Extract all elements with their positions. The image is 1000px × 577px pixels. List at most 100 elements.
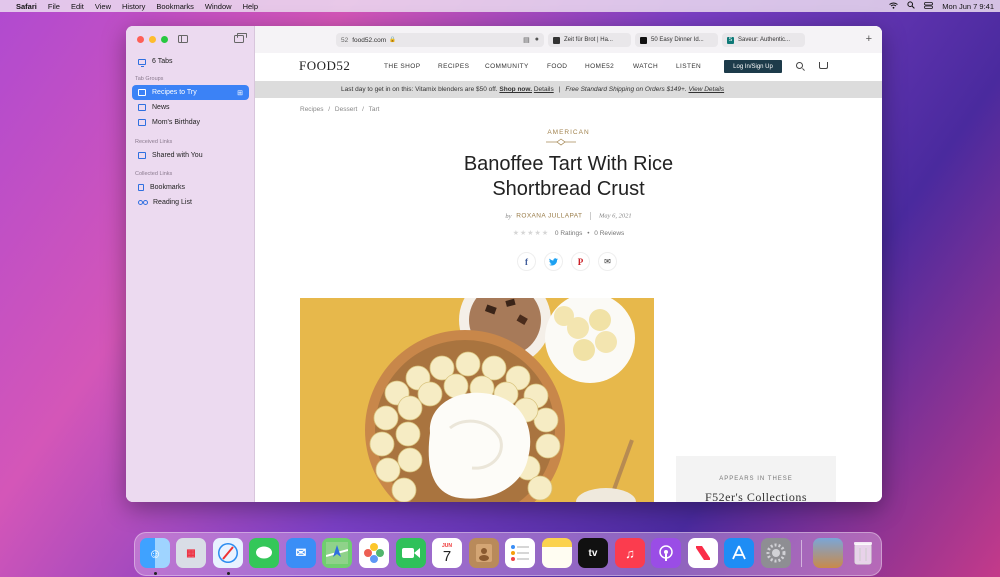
cart-icon[interactable] bbox=[819, 62, 828, 69]
collections-label: APPEARS IN THESE bbox=[719, 476, 793, 482]
breadcrumb: Recipes / Dessert / Tart bbox=[300, 106, 383, 113]
sidebar-item-recipes-to-try[interactable]: Recipes to Try ⊞ bbox=[132, 85, 249, 100]
address-bar[interactable]: 52 food52.com 🔒 ▤ ● bbox=[336, 33, 544, 47]
search-icon[interactable] bbox=[907, 1, 916, 11]
twitter-icon[interactable] bbox=[544, 252, 563, 271]
facetime-icon[interactable] bbox=[396, 538, 426, 568]
sidebar-item-label: Bookmarks bbox=[150, 184, 186, 191]
mail-icon[interactable]: ✉ bbox=[286, 538, 316, 568]
dock: ☺ ▦ ✉ JUN 7 tv ♫ bbox=[134, 532, 882, 576]
breadcrumb-tart[interactable]: Tart bbox=[369, 106, 380, 113]
system-preferences-icon[interactable] bbox=[761, 538, 791, 568]
messages-icon[interactable] bbox=[249, 538, 279, 568]
bookmark-icon bbox=[138, 184, 144, 191]
sidebar-item-bookmarks[interactable]: Bookmarks bbox=[132, 180, 249, 195]
contacts-icon[interactable] bbox=[469, 538, 499, 568]
sidebar-item-reading-list[interactable]: Reading List bbox=[132, 195, 249, 210]
zoom-window-button[interactable] bbox=[161, 36, 168, 43]
sidebar-item-tabs[interactable]: 6 Tabs bbox=[132, 54, 249, 69]
ratings-count[interactable]: 0 Ratings bbox=[555, 230, 582, 237]
menu-window[interactable]: Window bbox=[205, 2, 232, 11]
tab-zeit-fur-brot[interactable]: Zeit für Brot | Ha... bbox=[548, 33, 631, 47]
photo-stack-icon[interactable] bbox=[813, 538, 843, 568]
finder-icon[interactable]: ☺ bbox=[140, 538, 170, 568]
menu-clock[interactable]: Mon Jun 7 9:41 bbox=[942, 2, 994, 11]
sidebar-item-shared-with-you[interactable]: Shared with You bbox=[132, 148, 249, 163]
author-link[interactable]: ROXANA JULLAPAT bbox=[516, 213, 582, 220]
lock-icon: 🔒 bbox=[389, 37, 397, 43]
more-icon[interactable]: ● bbox=[535, 36, 539, 44]
site-logo[interactable]: FOOD52 bbox=[299, 58, 350, 74]
close-window-button[interactable] bbox=[137, 36, 144, 43]
nav-community[interactable]: COMMUNITY bbox=[485, 63, 529, 70]
tab-saveur[interactable]: S Saveur: Authentic... bbox=[722, 33, 805, 47]
app-store-icon[interactable] bbox=[724, 538, 754, 568]
breadcrumb-recipes[interactable]: Recipes bbox=[300, 106, 323, 113]
new-tab-icon[interactable]: + bbox=[866, 33, 872, 45]
music-icon[interactable]: ♫ bbox=[615, 538, 645, 568]
safari-icon[interactable] bbox=[213, 538, 243, 568]
tv-icon[interactable]: tv bbox=[578, 538, 608, 568]
menu-help[interactable]: Help bbox=[243, 2, 258, 11]
search-icon[interactable] bbox=[796, 62, 803, 69]
byline: by ROXANA JULLAPAT May 6, 2021 bbox=[255, 212, 882, 220]
view-details-link[interactable]: View Details bbox=[688, 86, 724, 93]
podcasts-icon[interactable] bbox=[651, 538, 681, 568]
sidebar-item-news[interactable]: News bbox=[132, 100, 249, 115]
cuisine-tag[interactable]: AMERICAN bbox=[255, 129, 882, 136]
recipe-hero-image bbox=[300, 298, 654, 502]
promo-text: Last day to get in on this: Vitamix blen… bbox=[341, 86, 498, 93]
email-icon[interactable]: ✉ bbox=[598, 252, 617, 271]
running-indicator bbox=[227, 572, 230, 575]
login-button[interactable]: Log In/Sign Up bbox=[724, 60, 782, 73]
star-rating-icon[interactable]: ★★★★★ bbox=[513, 230, 549, 237]
sidebar-toggle-icon[interactable] bbox=[178, 35, 188, 43]
reader-icon[interactable]: ▤ bbox=[523, 36, 530, 44]
menu-bookmarks[interactable]: Bookmarks bbox=[156, 2, 194, 11]
tab-favicon-icon bbox=[553, 36, 560, 44]
banner-divider: | bbox=[558, 86, 561, 93]
sidebar-item-label: Recipes to Try bbox=[152, 89, 197, 96]
byline-divider bbox=[590, 212, 592, 220]
breadcrumb-dessert[interactable]: Dessert bbox=[335, 106, 357, 113]
collections-card[interactable]: APPEARS IN THESE F52er's Collections bbox=[676, 456, 836, 502]
facebook-icon[interactable]: f bbox=[517, 252, 536, 271]
shared-with-you-icon bbox=[138, 152, 146, 159]
byline-prefix: by bbox=[505, 212, 512, 220]
menu-history[interactable]: History bbox=[122, 2, 145, 11]
reviews-count[interactable]: 0 Reviews bbox=[594, 230, 624, 237]
control-center-icon[interactable] bbox=[924, 1, 934, 11]
details-link[interactable]: Details bbox=[534, 86, 554, 93]
nav-home52[interactable]: HOME52 bbox=[585, 63, 614, 70]
menu-edit[interactable]: Edit bbox=[71, 2, 84, 11]
tab-easy-dinner[interactable]: 50 Easy Dinner Id... bbox=[635, 33, 718, 47]
sidebar-item-moms-birthday[interactable]: Mom's Birthday bbox=[132, 115, 249, 130]
calendar-icon[interactable]: JUN 7 bbox=[432, 538, 462, 568]
reminders-icon[interactable] bbox=[505, 538, 535, 568]
photos-icon[interactable] bbox=[359, 538, 389, 568]
trash-icon[interactable] bbox=[848, 538, 878, 568]
nav-the-shop[interactable]: THE SHOP bbox=[384, 63, 420, 70]
grid-icon[interactable]: ⊞ bbox=[237, 89, 243, 97]
nav-watch[interactable]: WATCH bbox=[633, 63, 658, 70]
shop-now-link[interactable]: Shop now. bbox=[499, 86, 532, 93]
sidebar-item-label: 6 Tabs bbox=[152, 58, 173, 65]
nav-listen[interactable]: LISTEN bbox=[676, 63, 701, 70]
menu-file[interactable]: File bbox=[48, 2, 60, 11]
menu-app-name[interactable]: Safari bbox=[16, 2, 37, 11]
shipping-text: Free Standard Shipping on Orders $149+. bbox=[565, 86, 687, 93]
nav-recipes[interactable]: RECIPES bbox=[438, 63, 469, 70]
news-icon[interactable] bbox=[688, 538, 718, 568]
promo-banner: Last day to get in on this: Vitamix blen… bbox=[255, 81, 882, 98]
menu-view[interactable]: View bbox=[95, 2, 111, 11]
notes-icon[interactable] bbox=[542, 538, 572, 568]
launchpad-icon[interactable]: ▦ bbox=[176, 538, 206, 568]
wifi-icon[interactable] bbox=[889, 2, 899, 11]
maps-icon[interactable] bbox=[322, 538, 352, 568]
browser-main: 52 food52.com 🔒 ▤ ● Zeit für Brot | Ha..… bbox=[255, 26, 882, 502]
nav-food[interactable]: FOOD bbox=[547, 63, 567, 70]
minimize-window-button[interactable] bbox=[149, 36, 156, 43]
new-tab-group-icon[interactable] bbox=[234, 33, 247, 43]
pinterest-icon[interactable]: P bbox=[571, 252, 590, 271]
tab-favicon-icon bbox=[640, 36, 647, 44]
